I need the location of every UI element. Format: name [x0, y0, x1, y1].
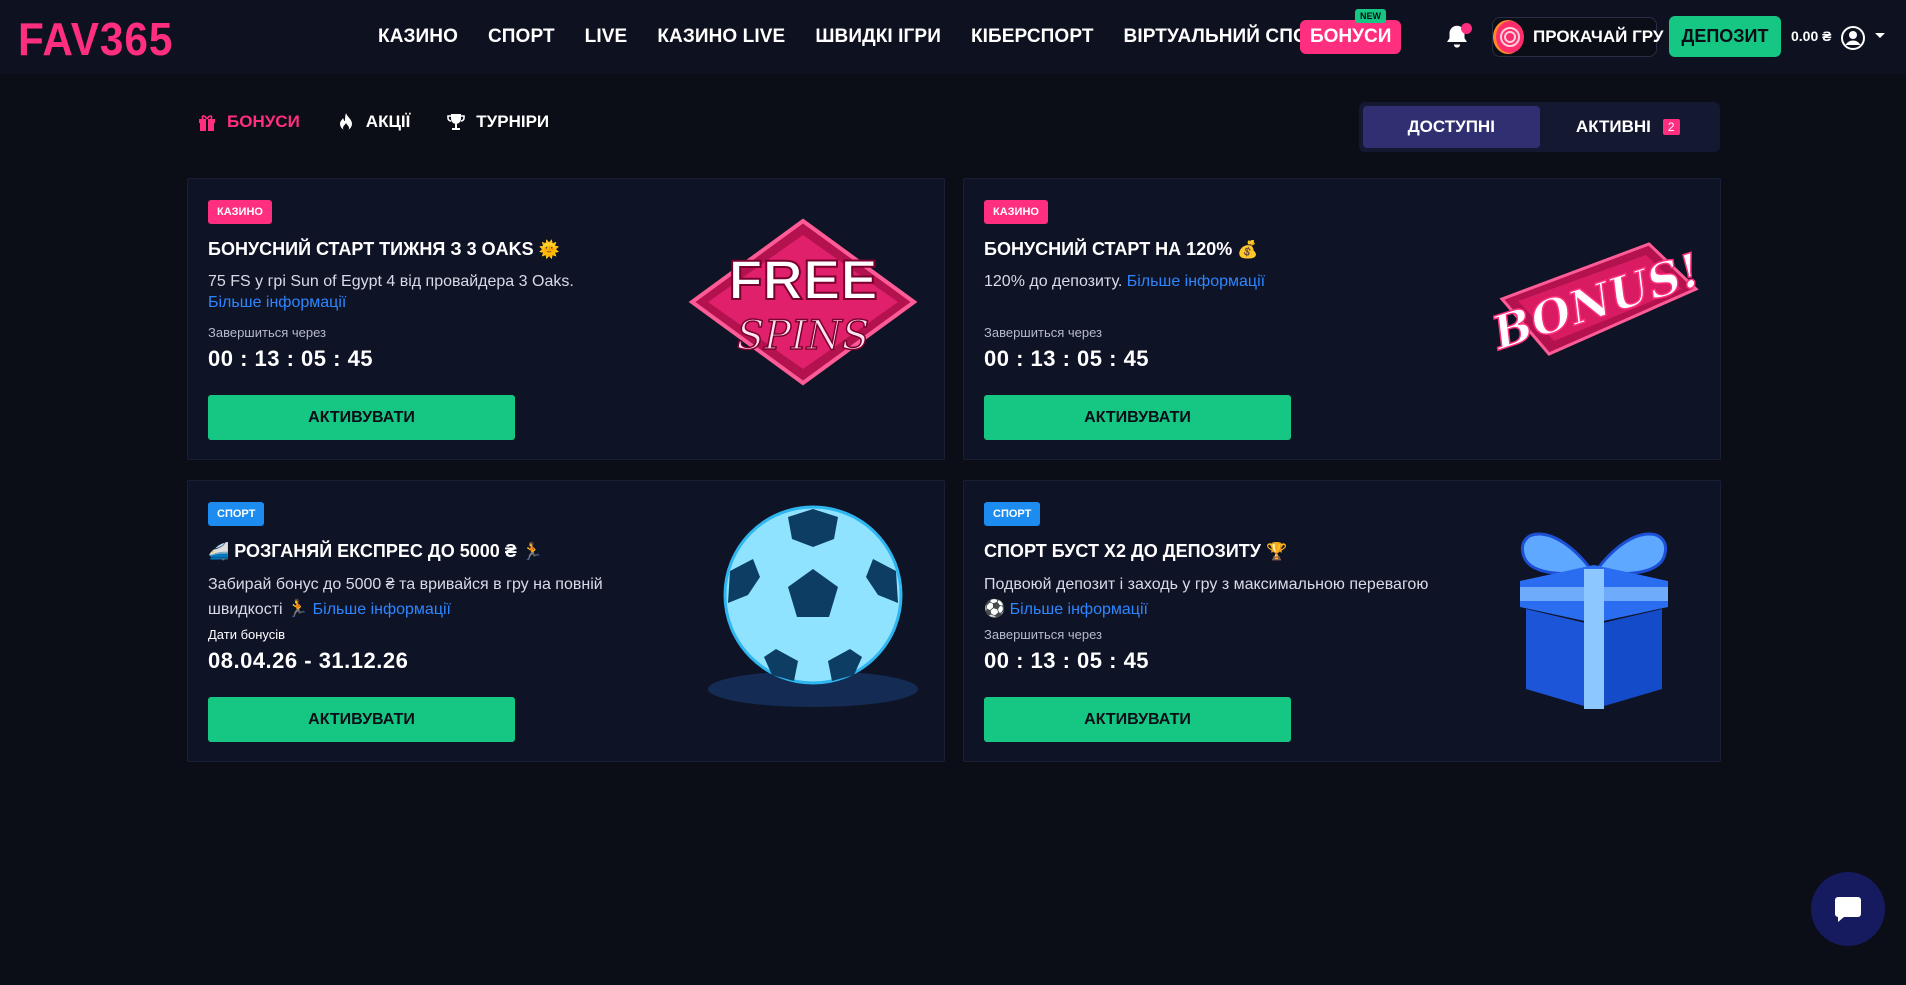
deposit-button[interactable]: ДЕПОЗИТ — [1669, 16, 1781, 57]
subnav-promotions-label: АКЦІЇ — [365, 112, 411, 131]
sun-icon: 🌞 — [538, 240, 560, 259]
logo[interactable]: FAV365 — [18, 12, 173, 66]
bonus-title: 🚄 РОЗГАНЯЙ ЕКСПРЕС ДО 5000 ₴ 🏃 — [208, 541, 543, 562]
soccer-ball-illustration — [708, 505, 918, 707]
bonus-description-text: 120% до депозиту. — [984, 273, 1123, 290]
bonus-illustration: BONUS! — [1484, 242, 1708, 362]
main-nav: КАЗИНО СПОРТ LIVE КАЗИНО LIVE ШВИДКІ ІГР… — [378, 0, 1369, 74]
bonus-title: БОНУСНИЙ СТАРТ ТИЖНЯ З 3 OAKS 🌞 — [208, 239, 560, 260]
bonus-card: СПОРТ 🚄 РОЗГАНЯЙ ЕКСПРЕС ДО 5000 ₴ 🏃 Заб… — [187, 480, 945, 762]
tab-available[interactable]: ДОСТУПНІ — [1363, 106, 1540, 148]
tab-available-label: ДОСТУПНІ — [1407, 117, 1495, 136]
bonus-description: 120% до депозиту. Більше інформації — [984, 271, 1404, 292]
runner-icon: 🏃 — [287, 599, 309, 618]
nav-live[interactable]: LIVE — [585, 26, 628, 48]
countdown-timer: 00 : 13 : 05 : 45 — [208, 346, 374, 371]
more-info-link[interactable]: Більше інформації — [208, 294, 346, 311]
dates-label: Дати бонусів — [208, 627, 286, 642]
notification-dot — [1461, 23, 1472, 34]
bonus-description: 75 FS у грі Sun of Egypt 4 від провайдер… — [208, 271, 628, 313]
countdown-label: Завершиться через — [984, 627, 1103, 642]
free-spins-art-text-1: FREE — [728, 248, 877, 311]
bonus-status-tabs: ДОСТУПНІ АКТИВНІ 2 — [1359, 102, 1720, 152]
countdown-label: Завершиться через — [208, 325, 327, 340]
countdown-timer: 00 : 13 : 05 : 45 — [984, 346, 1150, 371]
bonus-title-text: РОЗГАНЯЙ ЕКСПРЕС ДО 5000 ₴ — [234, 541, 517, 561]
category-tag: СПОРТ — [208, 502, 265, 526]
countdown-label: Завершиться через — [984, 325, 1103, 340]
category-tag: КАЗИНО — [984, 200, 1048, 224]
subnav-tournaments-label: ТУРНІРИ — [476, 112, 550, 131]
bonus-title: СПОРТ БУСТ Х2 ДО ДЕПОЗИТУ 🏆 — [984, 541, 1287, 562]
bonus-description: Подвоюй депозит і заходь у гру з максима… — [984, 573, 1444, 622]
nav-fast-games[interactable]: ШВИДКІ ІГРИ — [815, 26, 941, 48]
fire-icon — [339, 113, 352, 131]
free-spins-illustration: FREE SPINS — [688, 218, 918, 386]
active-count-badge: 2 — [1662, 119, 1680, 135]
bonus-title-text: БОНУСНИЙ СТАРТ НА 120% — [984, 239, 1233, 259]
bonus-description: Забирай бонус до 5000 ₴ та вривайся в гр… — [208, 573, 618, 622]
coin-icon — [1493, 20, 1524, 54]
tab-active[interactable]: АКТИВНІ 2 — [1540, 106, 1717, 148]
chevron-down-icon[interactable] — [1874, 31, 1886, 41]
bonus-description-text: 75 FS у грі Sun of Egypt 4 від провайдер… — [208, 273, 574, 290]
bonus-card: СПОРТ СПОРТ БУСТ Х2 ДО ДЕПОЗИТУ 🏆 Подвою… — [963, 480, 1721, 762]
category-tag: СПОРТ — [984, 502, 1041, 526]
top-header: FAV365 КАЗИНО СПОРТ LIVE КАЗИНО LIVE ШВИ… — [0, 0, 1906, 74]
subnav-bonuses[interactable]: БОНУСИ — [197, 112, 300, 132]
soccer-ball-icon: ⚽ — [984, 599, 1006, 618]
subnav-bonuses-label: БОНУСИ — [227, 112, 300, 131]
level-up-label: ПРОКАЧАЙ ГРУ — [1533, 27, 1664, 46]
user-avatar-icon[interactable] — [1841, 26, 1865, 50]
gift-box-illustration — [1520, 532, 1668, 709]
bonus-subnav: БОНУСИ АКЦІЇ ТУРНІРИ — [197, 112, 549, 132]
balance: 0.00 ₴ — [1791, 28, 1832, 44]
more-info-link[interactable]: Більше інформації — [1127, 273, 1265, 290]
free-spins-art-text-2: SPINS — [737, 313, 870, 359]
activate-button[interactable]: АКТИВУВАТИ — [208, 395, 515, 440]
subnav-tournaments[interactable]: ТУРНІРИ — [446, 112, 549, 132]
chat-icon — [1835, 897, 1861, 922]
train-icon: 🚄 — [208, 542, 230, 561]
money-bag-icon: 💰 — [1237, 240, 1259, 259]
nav-casino-live[interactable]: КАЗИНО LIVE — [657, 26, 785, 48]
category-tag: КАЗИНО — [208, 200, 272, 224]
more-info-link[interactable]: Більше інформації — [1010, 601, 1148, 618]
bonus-description-text: Подвоюй депозит і заходь у гру з максима… — [984, 576, 1429, 593]
bonus-art-text: BONUS! — [1484, 242, 1707, 361]
bonus-title-text: БОНУСНИЙ СТАРТ ТИЖНЯ З 3 OAKS — [208, 239, 534, 259]
bonus-title-text: СПОРТ БУСТ Х2 ДО ДЕПОЗИТУ — [984, 541, 1261, 561]
subnav-promotions[interactable]: АКЦІЇ — [336, 112, 410, 132]
bonus-card: КАЗИНО БОНУСНИЙ СТАРТ ТИЖНЯ З 3 OAKS 🌞 7… — [187, 178, 945, 460]
activate-button[interactable]: АКТИВУВАТИ — [208, 697, 515, 742]
gift-icon — [199, 115, 215, 131]
bonus-dates: 08.04.26 - 31.12.26 — [208, 648, 409, 673]
bonus-title: БОНУСНИЙ СТАРТ НА 120% 💰 — [984, 239, 1258, 260]
countdown-timer: 00 : 13 : 05 : 45 — [984, 648, 1150, 673]
trophy-icon — [447, 114, 466, 130]
more-info-link[interactable]: Більше інформації — [313, 601, 451, 618]
bonus-card: КАЗИНО БОНУСНИЙ СТАРТ НА 120% 💰 120% до … — [963, 178, 1721, 460]
nav-casino[interactable]: КАЗИНО — [378, 26, 458, 48]
nav-esports[interactable]: КІБЕРСПОРТ — [971, 26, 1094, 48]
activate-button[interactable]: АКТИВУВАТИ — [984, 697, 1291, 742]
runner-icon: 🏃 — [521, 542, 543, 561]
new-badge: NEW — [1355, 9, 1386, 23]
nav-sport[interactable]: СПОРТ — [488, 26, 555, 48]
tab-active-label: АКТИВНІ — [1575, 117, 1651, 136]
activate-button[interactable]: АКТИВУВАТИ — [984, 395, 1291, 440]
nav-bonuses[interactable]: БОНУСИ — [1300, 20, 1402, 54]
trophy-icon: 🏆 — [1265, 542, 1288, 561]
chat-button[interactable] — [1811, 872, 1885, 946]
